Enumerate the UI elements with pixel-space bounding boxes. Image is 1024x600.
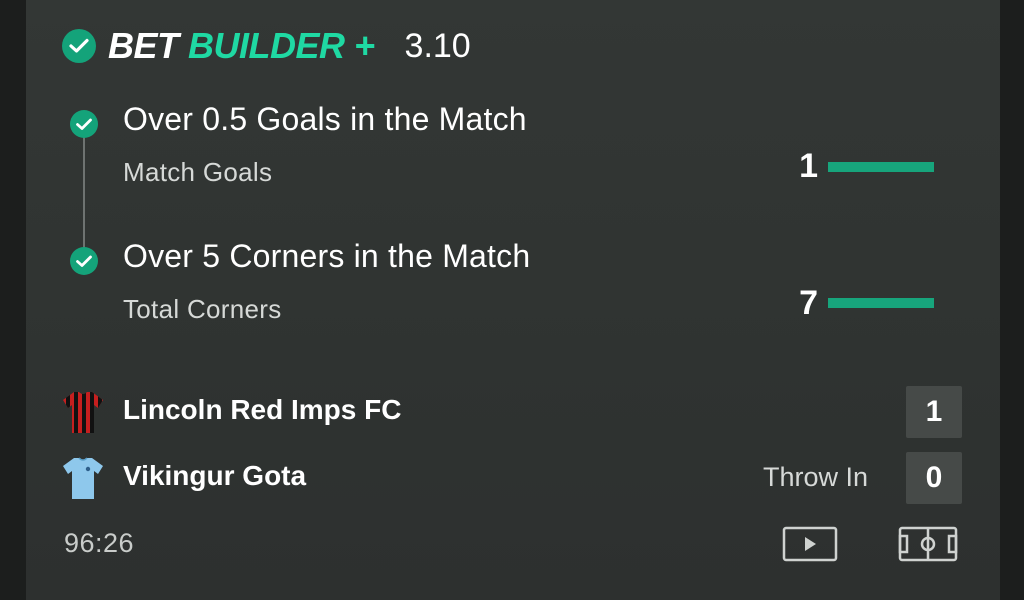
check-icon bbox=[62, 29, 96, 63]
leg-title: Over 5 Corners in the Match bbox=[123, 238, 531, 274]
brand-builder-text: BUILDER + bbox=[188, 25, 375, 66]
leg-current-value: 1 bbox=[799, 147, 818, 185]
away-team-row[interactable]: Vikingur Gota Throw In 0 bbox=[62, 452, 962, 504]
home-score: 1 bbox=[906, 386, 962, 438]
match-clock: 96:26 bbox=[64, 528, 135, 558]
bet-builder-header: BET BUILDER + 3.10 bbox=[62, 20, 471, 72]
leg-current-value: 7 bbox=[799, 284, 818, 322]
leg-market: Total Corners bbox=[123, 294, 282, 324]
home-team-name: Lincoln Red Imps FC bbox=[123, 394, 402, 425]
leg-check-icon bbox=[70, 110, 98, 138]
away-score: 0 bbox=[906, 452, 962, 504]
match-event-status: Throw In bbox=[762, 462, 868, 492]
pitch-view-button[interactable] bbox=[898, 526, 958, 562]
leg-progress-fill bbox=[828, 298, 934, 308]
leg-title: Over 0.5 Goals in the Match bbox=[123, 101, 527, 137]
leg-check-icon bbox=[70, 247, 98, 275]
away-team-name: Vikingur Gota bbox=[123, 460, 307, 491]
leg-market: Match Goals bbox=[123, 157, 273, 187]
play-video-button[interactable] bbox=[782, 526, 838, 562]
home-team-row[interactable]: Lincoln Red Imps FC 1 bbox=[62, 386, 962, 438]
leg-progress-fill bbox=[828, 162, 934, 172]
leg-progress-bar bbox=[828, 298, 934, 308]
bet-builder-logo: BET BUILDER + bbox=[108, 25, 375, 67]
pitch-view-icon bbox=[898, 526, 958, 562]
bet-builder-card: BET BUILDER + 3.10 Over 0.5 Goals in the… bbox=[26, 0, 1000, 600]
play-video-icon bbox=[782, 526, 838, 562]
brand-bet-text: BET bbox=[108, 25, 179, 66]
leg-progress-bar bbox=[828, 162, 934, 172]
timeline-connector bbox=[83, 128, 85, 258]
light-blue-shirt-icon bbox=[62, 456, 104, 500]
striped-shirt-icon bbox=[62, 390, 104, 434]
bet-odds: 3.10 bbox=[404, 26, 471, 65]
